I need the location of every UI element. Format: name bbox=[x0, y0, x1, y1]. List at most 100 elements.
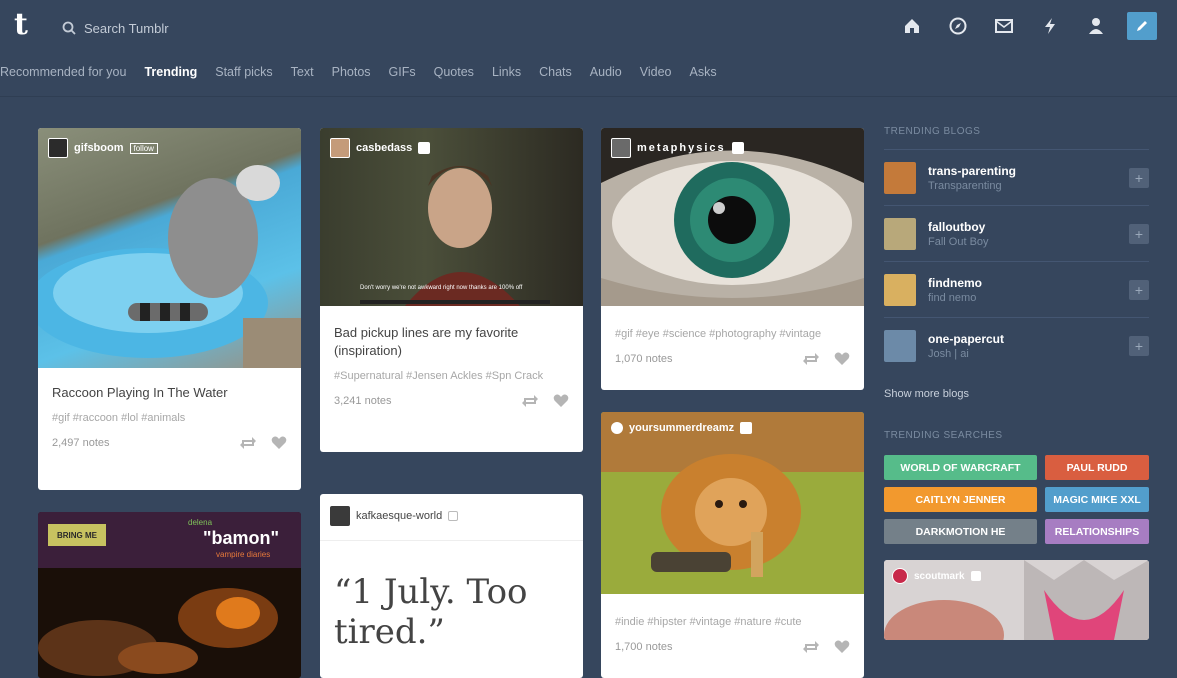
avatar[interactable] bbox=[48, 138, 68, 158]
heart-icon[interactable] bbox=[834, 640, 850, 654]
follow-button[interactable]: + bbox=[1129, 167, 1149, 188]
avatar[interactable] bbox=[884, 161, 916, 194]
blog-title: Transparenting bbox=[928, 179, 1002, 192]
post-media-photo[interactable]: metaphysics bbox=[601, 128, 864, 306]
avatar[interactable] bbox=[330, 506, 350, 526]
follow-icon[interactable] bbox=[448, 511, 459, 521]
post-metaphysics[interactable]: metaphysics #gif #eye #science #photogra… bbox=[601, 128, 864, 390]
heart-icon[interactable] bbox=[553, 394, 569, 408]
tab-gifs[interactable]: GIFs bbox=[389, 65, 416, 89]
trending-search-pill[interactable]: WORLD OF WARCRAFT bbox=[884, 455, 1037, 480]
notes-count[interactable]: 1,700 notes bbox=[615, 641, 673, 653]
post-tags[interactable]: #gif #eye #science #photography #vintage bbox=[615, 328, 850, 340]
author-name[interactable]: scoutmark bbox=[914, 571, 965, 582]
tab-text[interactable]: Text bbox=[291, 65, 314, 89]
follow-icon[interactable] bbox=[731, 142, 744, 154]
post-tags[interactable]: #indie #hipster #vintage #nature #cute bbox=[615, 616, 850, 628]
home-icon[interactable] bbox=[889, 12, 935, 40]
post-author[interactable]: metaphysics bbox=[611, 138, 744, 158]
post-raccoon[interactable]: gifsboom follow Raccoon Playing In The W… bbox=[38, 128, 301, 490]
reblog-icon[interactable] bbox=[521, 394, 539, 408]
post-caption: Bad pickup lines are my favorite (inspir… bbox=[334, 325, 519, 358]
heart-icon[interactable] bbox=[271, 436, 287, 450]
follow-button[interactable]: + bbox=[1129, 279, 1149, 300]
trending-blog-item[interactable]: trans-parenting Transparenting + bbox=[884, 150, 1149, 206]
post-author[interactable]: scoutmark bbox=[892, 568, 981, 584]
search-input[interactable]: Search Tumblr bbox=[84, 21, 169, 36]
post-author[interactable]: yoursummerdreamz bbox=[611, 422, 753, 434]
follow-icon[interactable] bbox=[970, 571, 981, 581]
post-casbedass[interactable]: Don't worry we're not awkward right now … bbox=[320, 128, 583, 452]
avatar[interactable] bbox=[330, 138, 350, 158]
notes-count[interactable]: 2,497 notes bbox=[52, 437, 110, 449]
tab-links[interactable]: Links bbox=[492, 65, 521, 89]
post-author[interactable]: gifsboom follow bbox=[48, 138, 158, 158]
post-bamon[interactable]: BRING ME delena "bamon" vampire diaries bbox=[38, 512, 301, 678]
heart-icon[interactable] bbox=[834, 352, 850, 366]
tab-trending[interactable]: Trending bbox=[144, 65, 197, 89]
avatar[interactable] bbox=[884, 273, 916, 306]
follow-button[interactable]: + bbox=[1129, 336, 1149, 356]
tab-staff-picks[interactable]: Staff picks bbox=[215, 65, 272, 89]
tab-audio[interactable]: Audio bbox=[590, 65, 622, 89]
account-icon[interactable] bbox=[1073, 12, 1119, 40]
author-name[interactable]: kafkaesque-world bbox=[356, 510, 442, 522]
post-author-logo[interactable]: BRING ME bbox=[48, 524, 106, 546]
overlay-top-text: delena bbox=[188, 518, 213, 527]
avatar[interactable] bbox=[884, 330, 916, 362]
tab-recommended[interactable]: Recommended for you bbox=[0, 65, 126, 89]
avatar[interactable] bbox=[884, 217, 916, 250]
avatar[interactable] bbox=[611, 138, 631, 158]
search-box[interactable]: Search Tumblr bbox=[62, 18, 169, 38]
follow-icon[interactable] bbox=[418, 142, 431, 154]
tab-asks[interactable]: Asks bbox=[690, 65, 717, 89]
post-media-gif[interactable]: Don't worry we're not awkward right now … bbox=[320, 128, 583, 306]
blog-name[interactable]: trans-parenting bbox=[928, 164, 1129, 178]
tumblr-logo-icon[interactable]: t bbox=[14, 10, 44, 42]
trending-blog-item[interactable]: falloutboy Fall Out Boy + bbox=[884, 206, 1149, 262]
overlay-title: "bamon" bbox=[203, 528, 280, 548]
trending-search-pill[interactable]: DARKMOTION HE bbox=[884, 519, 1037, 544]
reblog-icon[interactable] bbox=[239, 436, 257, 450]
author-name[interactable]: gifsboom bbox=[74, 142, 124, 154]
tab-quotes[interactable]: Quotes bbox=[434, 65, 474, 89]
trending-blog-item[interactable]: one-papercut Josh | ai + bbox=[884, 318, 1149, 374]
compose-button[interactable] bbox=[1127, 12, 1157, 40]
trending-search-pill[interactable]: MAGIC MIKE XXL bbox=[1045, 487, 1149, 512]
notes-count[interactable]: 3,241 notes bbox=[334, 395, 392, 407]
follow-button[interactable]: + bbox=[1129, 223, 1149, 244]
blog-name[interactable]: findnemo bbox=[928, 276, 1129, 290]
post-media-photo[interactable]: yoursummerdreamz bbox=[601, 412, 864, 594]
reblog-icon[interactable] bbox=[802, 640, 820, 654]
post-author[interactable]: casbedass bbox=[330, 138, 431, 158]
author-name[interactable]: metaphysics bbox=[637, 142, 726, 154]
post-author[interactable]: kafkaesque-world bbox=[330, 506, 459, 526]
author-name[interactable]: casbedass bbox=[356, 142, 412, 154]
notes-count[interactable]: 1,070 notes bbox=[615, 353, 673, 365]
post-tags[interactable]: #gif #raccoon #lol #animals bbox=[52, 412, 287, 424]
author-name[interactable]: yoursummerdreamz bbox=[629, 422, 734, 434]
follow-icon[interactable] bbox=[740, 422, 753, 434]
show-more-blogs-link[interactable]: Show more blogs bbox=[884, 388, 1149, 400]
trending-search-pill[interactable]: CAITLYN JENNER bbox=[884, 487, 1037, 512]
post-kafkaesque[interactable]: kafkaesque-world “1 July. Too tired.” bbox=[320, 494, 583, 678]
post-yoursummerdreamz[interactable]: yoursummerdreamz #indie #hipster #vintag… bbox=[601, 412, 864, 678]
tab-chats[interactable]: Chats bbox=[539, 65, 572, 89]
inbox-icon[interactable] bbox=[981, 12, 1027, 40]
avatar[interactable] bbox=[611, 422, 623, 434]
trending-search-pill[interactable]: PAUL RUDD bbox=[1045, 455, 1149, 480]
avatar[interactable] bbox=[892, 568, 908, 584]
explore-icon[interactable] bbox=[935, 12, 981, 40]
blog-name[interactable]: one-papercut bbox=[928, 332, 1129, 346]
blog-name[interactable]: falloutboy bbox=[928, 220, 1129, 234]
trending-blog-item[interactable]: findnemo find nemo + bbox=[884, 262, 1149, 318]
sponsored-post[interactable]: scoutmark bbox=[884, 560, 1149, 640]
follow-badge[interactable]: follow bbox=[129, 142, 158, 154]
activity-icon[interactable] bbox=[1027, 12, 1073, 40]
tab-video[interactable]: Video bbox=[640, 65, 672, 89]
post-media-gif[interactable]: gifsboom follow bbox=[38, 128, 301, 368]
reblog-icon[interactable] bbox=[802, 352, 820, 366]
tab-photos[interactable]: Photos bbox=[332, 65, 371, 89]
post-tags[interactable]: #Supernatural #Jensen Ackles #Spn Crack bbox=[334, 370, 569, 382]
trending-search-pill[interactable]: RELATIONSHIPS bbox=[1045, 519, 1149, 544]
